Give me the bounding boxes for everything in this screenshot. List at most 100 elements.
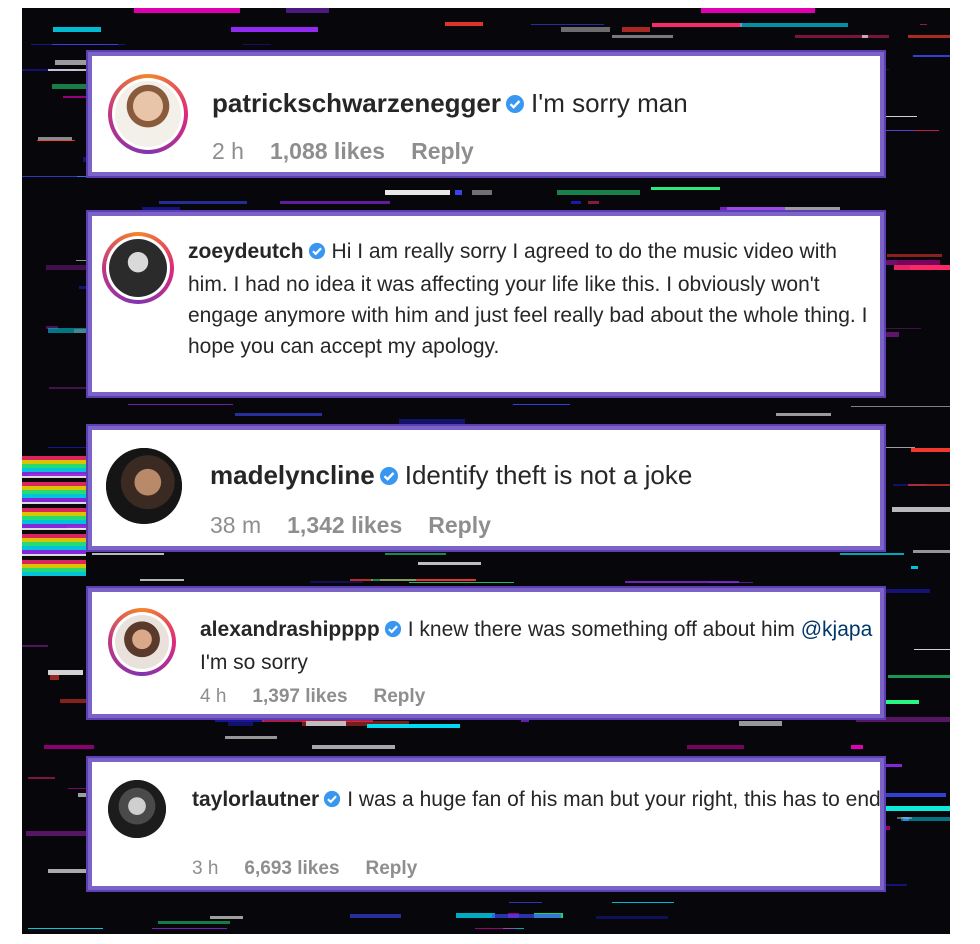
mention-link[interactable]: @kjapa xyxy=(801,618,873,641)
comment-meta: 38 m 1,342 likes Reply xyxy=(210,512,517,539)
glitch-segment xyxy=(28,928,103,929)
likes-count[interactable]: 1,088 likes xyxy=(270,138,385,165)
glitch-segment xyxy=(152,928,227,929)
glitch-segment xyxy=(612,35,673,38)
glitch-segment xyxy=(720,207,785,211)
glitch-segment xyxy=(588,201,599,204)
glitch-segment xyxy=(625,581,739,583)
comment-meta: 2 h 1,088 likes Reply xyxy=(212,138,500,165)
glitch-segment xyxy=(475,928,515,929)
glitch-row xyxy=(22,190,950,195)
glitch-segment xyxy=(225,736,277,739)
glitch-row xyxy=(22,419,950,424)
glitch-segment xyxy=(599,396,652,397)
glitch-segment xyxy=(399,419,465,424)
glitch-segment xyxy=(350,914,401,918)
glitch-background: patrickschwarzenegger I'm sorry man 2 h 1… xyxy=(22,8,950,934)
glitch-row xyxy=(22,8,950,13)
comment-text: Identify theft is not a joke xyxy=(404,460,693,490)
comment-text: I knew there was something off about him xyxy=(407,618,795,641)
likes-count[interactable]: 1,397 likes xyxy=(252,686,347,708)
glitch-segment xyxy=(472,190,492,195)
glitch-row xyxy=(22,176,950,177)
comment-body: alexandrashipppp I knew there was somethi… xyxy=(200,614,880,678)
glitch-segment xyxy=(37,140,75,141)
glitch-row xyxy=(22,581,950,583)
avatar[interactable] xyxy=(102,232,174,304)
glitch-segment xyxy=(418,562,481,565)
avatar[interactable] xyxy=(106,448,182,524)
glitch-segment xyxy=(22,176,91,177)
glitch-row xyxy=(22,404,950,405)
glitch-row xyxy=(22,413,950,416)
glitch-segment xyxy=(887,254,942,257)
glitch-row xyxy=(22,745,950,749)
comment-body: madelyncline Identify theft is not a joke xyxy=(210,458,880,494)
glitch-segment xyxy=(28,777,55,779)
comment-card: patrickschwarzenegger I'm sorry man 2 h 1… xyxy=(88,52,884,176)
glitch-segment xyxy=(875,793,946,797)
username[interactable]: taylorlautner xyxy=(192,788,319,811)
glitch-row xyxy=(22,201,950,204)
likes-count[interactable]: 6,693 likes xyxy=(244,858,339,880)
verified-badge-icon xyxy=(505,88,525,122)
glitch-segment xyxy=(862,35,868,38)
username[interactable]: zoeydeutch xyxy=(188,240,304,263)
username[interactable]: madelyncline xyxy=(210,460,375,490)
glitch-segment xyxy=(651,187,720,190)
reply-button[interactable]: Reply xyxy=(428,512,491,539)
glitch-segment xyxy=(312,745,395,749)
verified-badge-icon xyxy=(379,460,399,494)
glitch-row xyxy=(22,562,950,565)
avatar[interactable] xyxy=(108,74,188,154)
glitch-segment xyxy=(310,581,363,583)
glitch-row xyxy=(22,396,950,397)
glitch-segment xyxy=(280,201,390,204)
glitch-segment xyxy=(908,35,950,38)
comment-meta: 3 h 6,693 likes Reply xyxy=(192,858,443,880)
glitch-segment xyxy=(687,745,744,749)
avatar[interactable] xyxy=(108,780,166,838)
username[interactable]: alexandrashipppp xyxy=(200,618,380,641)
glitch-segment xyxy=(264,176,290,177)
glitch-segment xyxy=(888,675,950,678)
comment-card: taylorlautner I was a huge fan of his man… xyxy=(88,758,884,890)
glitch-segment xyxy=(914,649,950,650)
glitch-row xyxy=(22,902,950,903)
glitch-row xyxy=(22,22,950,26)
comment-card: alexandrashipppp I knew there was somethi… xyxy=(88,588,884,718)
username[interactable]: patrickschwarzenegger xyxy=(212,88,501,118)
reply-button[interactable]: Reply xyxy=(366,858,418,880)
glitch-row xyxy=(22,736,950,739)
glitch-segment xyxy=(385,553,446,555)
verified-badge-icon xyxy=(384,616,402,647)
glitch-segment xyxy=(622,27,650,32)
glitch-row xyxy=(22,406,950,407)
avatar[interactable] xyxy=(108,608,176,676)
glitch-segment xyxy=(884,806,950,811)
glitch-segment xyxy=(701,8,815,13)
glitch-segment xyxy=(851,745,863,749)
glitch-segment xyxy=(92,553,164,555)
glitch-segment xyxy=(243,44,271,45)
reply-button[interactable]: Reply xyxy=(374,686,426,708)
glitch-segment xyxy=(385,190,450,195)
glitch-segment xyxy=(908,484,950,486)
glitch-segment xyxy=(851,406,950,407)
glitch-segment xyxy=(286,8,329,13)
comment-card: madelyncline Identify theft is not a joke… xyxy=(88,426,884,550)
comment-text: I was a huge fan of his man but your rig… xyxy=(347,788,881,811)
glitch-segment xyxy=(158,921,230,924)
glitch-segment xyxy=(513,404,570,405)
glitch-segment xyxy=(367,724,460,728)
comment-body: patrickschwarzenegger I'm sorry man xyxy=(212,86,872,122)
glitch-row xyxy=(22,566,950,569)
glitch-row xyxy=(22,35,950,38)
glitch-segment xyxy=(159,201,247,204)
comment-text-end: I'm so sorry xyxy=(200,651,308,674)
glitch-segment xyxy=(840,553,904,555)
glitch-row xyxy=(22,187,950,190)
glitch-row xyxy=(22,44,950,45)
reply-button[interactable]: Reply xyxy=(411,138,474,165)
likes-count[interactable]: 1,342 likes xyxy=(287,512,402,539)
